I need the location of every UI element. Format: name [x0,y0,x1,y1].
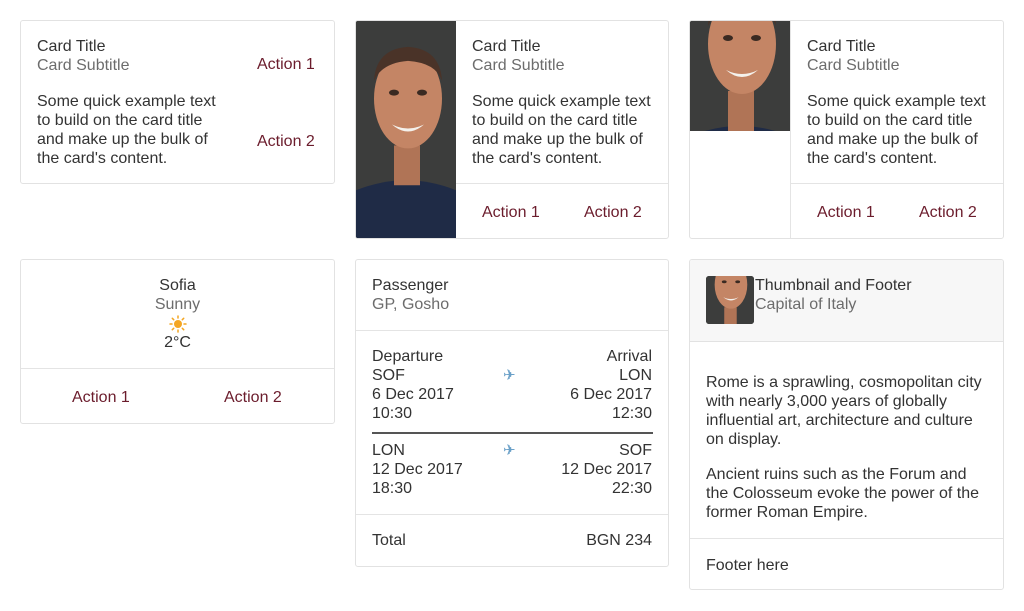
card-subtitle: Card Subtitle [807,57,900,74]
airplane-icon: ✈ [503,442,516,459]
divider [356,330,668,331]
card-image-full: Card Title Card Subtitle Some quick exam… [355,20,669,239]
divider [790,21,791,238]
profile-photo [690,21,790,131]
temperature: 2°C [164,334,191,351]
total-label: Total [372,532,406,549]
card-title: Card Title [472,38,541,55]
card-subtitle: Capital of Italy [755,296,857,313]
divider [356,514,668,515]
action-2-button[interactable]: Action 2 [224,388,282,407]
card-header: Thumbnail and Footer Capital of Italy [690,260,1003,342]
action-2-button[interactable]: Action 2 [584,203,642,222]
thumbnail-footer-card: Thumbnail and Footer Capital of Italy Ro… [689,259,1004,590]
action-2-button[interactable]: Action 2 [257,132,315,151]
profile-photo [356,21,456,238]
departure-label: Departure [372,348,444,365]
leg-separator [372,432,653,434]
leg1-from-code: SOF [372,367,405,384]
action-1-button[interactable]: Action 1 [72,388,130,407]
sun-icon [169,315,187,333]
flight-card: Passenger GP, Gosho Departure SOF 6 Dec … [355,259,669,567]
action-2-button[interactable]: Action 2 [919,203,977,222]
card-text: Some quick example text to build on the … [807,93,986,167]
thumbnail-image [706,276,754,324]
card-title: Card Title [807,38,876,55]
card-title: Thumbnail and Footer [755,277,912,294]
weather-condition: Sunny [154,296,201,313]
divider [456,183,668,184]
leg1-to-code: LON [619,367,652,384]
card-paragraph: Rome is a sprawling, cosmopolitan city w… [706,374,982,448]
action-1-button[interactable]: Action 1 [482,203,540,222]
leg1-from-time: 10:30 [372,405,413,422]
airplane-icon: ✈ [503,367,516,384]
card-subtitle: Card Subtitle [472,57,565,74]
leg1-to-date: 6 Dec 2017 [570,386,652,403]
card-paragraph: Ancient ruins such as the Forum and the … [706,466,980,521]
passenger-label: Passenger [372,277,449,294]
card-subtitle: Card Subtitle [37,57,130,74]
action-1-button[interactable]: Action 1 [257,55,315,74]
divider [690,538,1003,539]
card-text: Some quick example text to build on the … [37,93,216,167]
leg2-from-time: 18:30 [372,480,413,497]
passenger-name: GP, Gosho [372,296,450,313]
card-simple: Card Title Card Subtitle Some quick exam… [20,20,335,184]
card-text: Some quick example text to build on the … [472,93,651,167]
leg2-to-code: SOF [619,442,652,459]
city-name: Sofia [159,277,196,294]
card-image-top: Card Title Card Subtitle Some quick exam… [689,20,1004,239]
leg1-from-date: 6 Dec 2017 [372,386,454,403]
divider [791,183,1003,184]
leg2-from-code: LON [372,442,405,459]
leg2-from-date: 12 Dec 2017 [372,461,463,478]
action-1-button[interactable]: Action 1 [817,203,875,222]
leg1-to-time: 12:30 [611,405,652,422]
weather-card: Sofia Sunny 2°C Action 1 Action 2 [20,259,335,424]
divider [21,368,334,369]
leg2-to-time: 22:30 [611,480,652,497]
card-footer: Footer here [706,557,789,574]
total-value: BGN 234 [586,532,652,549]
leg2-to-date: 12 Dec 2017 [561,461,652,478]
card-title: Card Title [37,38,106,55]
arrival-label: Arrival [606,348,652,365]
